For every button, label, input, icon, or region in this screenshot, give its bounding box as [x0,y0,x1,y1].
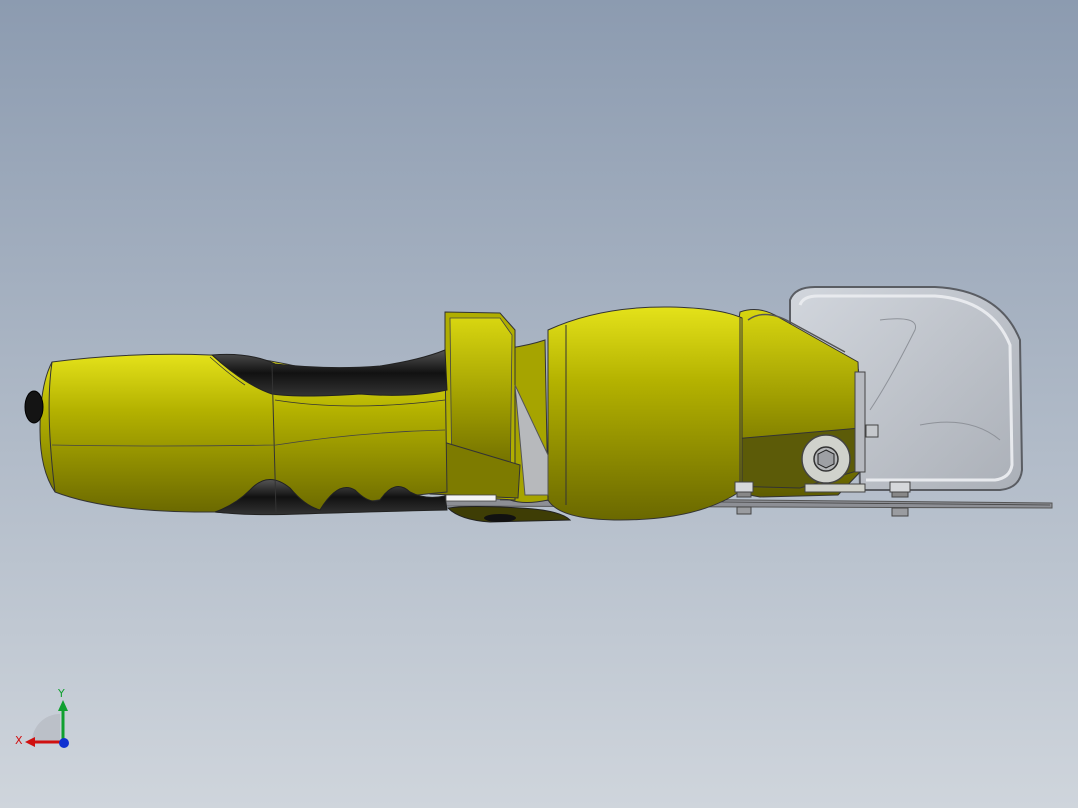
viewport-canvas[interactable] [0,0,1078,808]
triad-x-label: X [15,734,23,747]
orientation-triad[interactable]: Y X [10,684,80,754]
triad-y-label: Y [58,687,65,700]
handle [24,349,448,516]
graphics-viewport[interactable]: Y X [0,0,1078,808]
pivot-nut [801,434,851,484]
z-axis-dot [59,738,69,748]
